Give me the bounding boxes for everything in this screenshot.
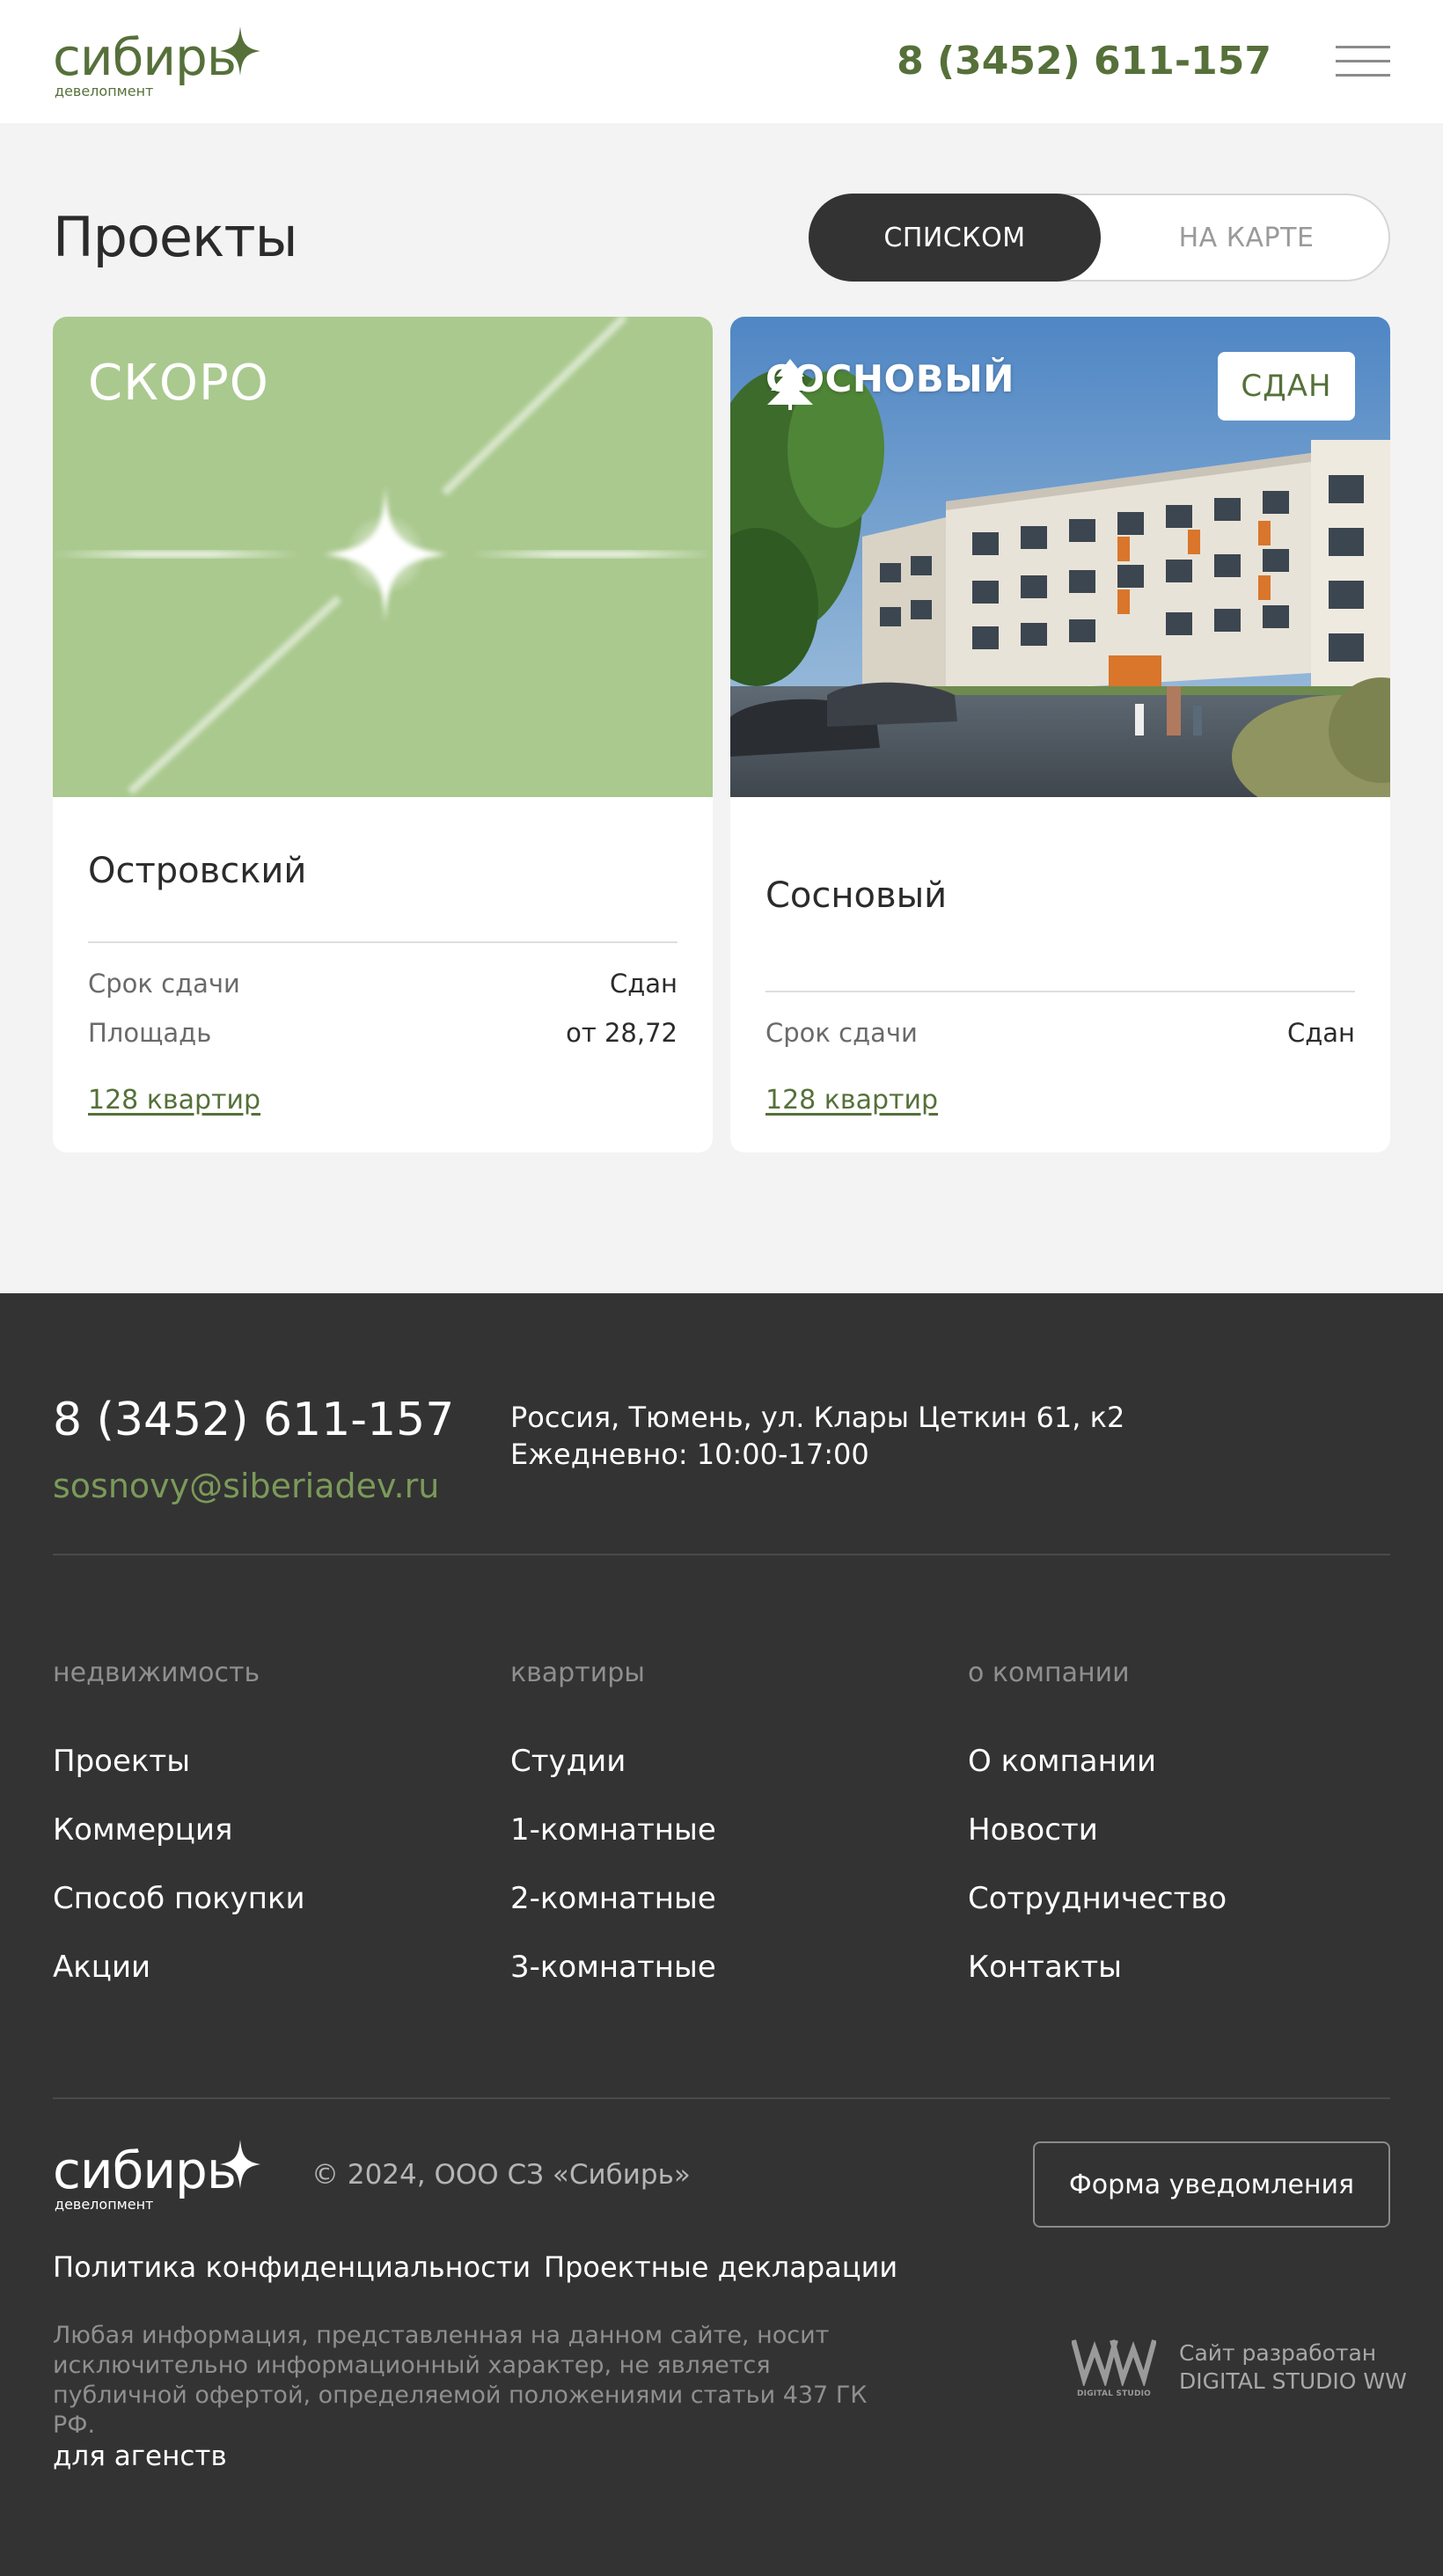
- view-toggle: СПИСКОМ НА КАРТЕ: [809, 194, 1390, 282]
- toggle-map-option[interactable]: НА КАРТЕ: [1101, 194, 1392, 282]
- info-row-deadline: Срок сдачи Сдан: [88, 968, 678, 999]
- burger-menu-icon[interactable]: [1336, 46, 1390, 77]
- info-value: Сдан: [609, 969, 678, 999]
- site-footer: 8 (3452) 611-157 sosnovy@siberiadev.ru Р…: [0, 1293, 1443, 2576]
- hours-line: Ежедневно: 10:00-17:00: [510, 1438, 869, 1471]
- status-badge: СДАН: [1218, 352, 1355, 421]
- logo-wordmark: сибирь: [53, 2141, 237, 2200]
- logo-subtitle: девелопмент: [55, 83, 154, 99]
- project-photo: СОСНОВЫЙ СДАН: [730, 317, 1390, 797]
- footer-link[interactable]: Коммерция: [53, 1811, 475, 1849]
- footer-link[interactable]: 1-комнатные: [510, 1811, 933, 1849]
- legal-disclaimer: Любая информация, представленная на данн…: [53, 2322, 868, 2439]
- footer-link[interactable]: Сотрудничество: [968, 1879, 1390, 1918]
- card-divider: [88, 941, 678, 943]
- logo-subtitle: девелопмент: [55, 2196, 154, 2213]
- site-header: сибирь девелопмент 8 (3452) 611-157: [0, 0, 1443, 123]
- info-label: Срок сдачи: [765, 1018, 918, 1048]
- column-title: недвижимость: [53, 1658, 260, 1688]
- info-value: Сдан: [1286, 1018, 1355, 1048]
- info-label: Срок сдачи: [88, 969, 240, 999]
- studio-credit-text: Сайт разработан DIGITAL STUDIO WW: [1179, 2339, 1407, 2396]
- header-phone[interactable]: 8 (3452) 611-157: [897, 37, 1271, 86]
- footer-address: Россия, Тюмень, ул. Клары Цеткин 61, к2 …: [510, 1399, 1124, 1473]
- footer-link[interactable]: О компании: [968, 1742, 1390, 1781]
- info-row-area: Площадь от 28,72: [88, 1017, 678, 1049]
- studio-logo-caption: DIGITAL STUDIO: [1076, 2389, 1152, 2398]
- column-title: о компании: [968, 1658, 1130, 1688]
- footer-link[interactable]: Способ покупки: [53, 1879, 475, 1918]
- ww-studio-logo-icon: DIGITAL STUDIO: [1071, 2337, 1157, 2398]
- address-line: Россия, Тюмень, ул. Клары Цеткин 61, к2: [510, 1401, 1125, 1434]
- footer-email[interactable]: sosnovy@siberiadev.ru: [53, 1466, 439, 1506]
- footer-link[interactable]: Проекты: [53, 1742, 475, 1781]
- footer-column-company: о компании О компании Новости Сотрудниче…: [968, 1656, 1390, 2016]
- coming-soon-label: СКОРО: [88, 355, 269, 412]
- column-title: квартиры: [510, 1658, 645, 1688]
- footer-divider: [53, 2097, 1390, 2099]
- footer-link[interactable]: 3-комнатные: [510, 1948, 933, 1987]
- apartments-link[interactable]: 128 квартир: [765, 1084, 938, 1117]
- toggle-list-option[interactable]: СПИСКОМ: [809, 194, 1101, 282]
- footer-divider: [53, 1554, 1390, 1555]
- project-name: Островский: [88, 851, 307, 891]
- footer-link[interactable]: 2-комнатные: [510, 1879, 933, 1918]
- project-declarations-link[interactable]: Проектные декларации: [544, 2249, 897, 2286]
- studio-line: DIGITAL STUDIO WW: [1179, 2368, 1407, 2394]
- pine-tree-icon: [767, 359, 813, 410]
- project-name: Сосновый: [765, 875, 948, 916]
- sparkle-icon: [220, 26, 260, 76]
- footer-link[interactable]: Акции: [53, 1948, 475, 1987]
- privacy-policy-link[interactable]: Политика конфиденциальности: [53, 2249, 531, 2286]
- footer-logo[interactable]: сибирь девелопмент: [53, 2140, 264, 2215]
- info-label: Площадь: [88, 1018, 212, 1048]
- footer-link[interactable]: Студии: [510, 1742, 933, 1781]
- project-brand: СОСНОВЫЙ: [765, 357, 1014, 410]
- footer-link[interactable]: Контакты: [968, 1948, 1390, 1987]
- page-title: Проекты: [53, 205, 298, 269]
- card-divider: [765, 991, 1355, 992]
- project-card-sosnovy[interactable]: СОСНОВЫЙ СДАН Сосновый Срок сдачи Сдан 1…: [730, 317, 1390, 1153]
- coming-soon-banner: СКОРО: [53, 317, 713, 797]
- copyright: © 2024, ООО СЗ «Сибирь»: [311, 2159, 691, 2191]
- agents-link[interactable]: для агенств: [53, 2439, 227, 2474]
- project-card-ostrovsky[interactable]: СКОРО Островский Срок сдачи Сдан Площадь…: [53, 317, 713, 1153]
- footer-link[interactable]: Новости: [968, 1811, 1390, 1849]
- apartments-link[interactable]: 128 квартир: [88, 1084, 260, 1117]
- info-row-deadline: Срок сдачи Сдан: [765, 1017, 1355, 1049]
- footer-column-apartments: квартиры Студии 1-комнатные 2-комнатные …: [510, 1656, 933, 2016]
- studio-line: Сайт разработан: [1179, 2340, 1377, 2366]
- footer-column-realty: недвижимость Проекты Коммерция Способ по…: [53, 1656, 475, 2016]
- developer-credit[interactable]: DIGITAL STUDIO Сайт разработан DIGITAL S…: [1071, 2337, 1407, 2398]
- sparkle-icon: [220, 2140, 260, 2189]
- notification-form-button[interactable]: Форма уведомления: [1033, 2141, 1390, 2228]
- logo-wordmark: сибирь: [53, 27, 237, 87]
- site-logo[interactable]: сибирь девелопмент: [53, 26, 264, 102]
- info-value: от 28,72: [566, 1018, 678, 1048]
- footer-phone[interactable]: 8 (3452) 611-157: [53, 1392, 454, 1448]
